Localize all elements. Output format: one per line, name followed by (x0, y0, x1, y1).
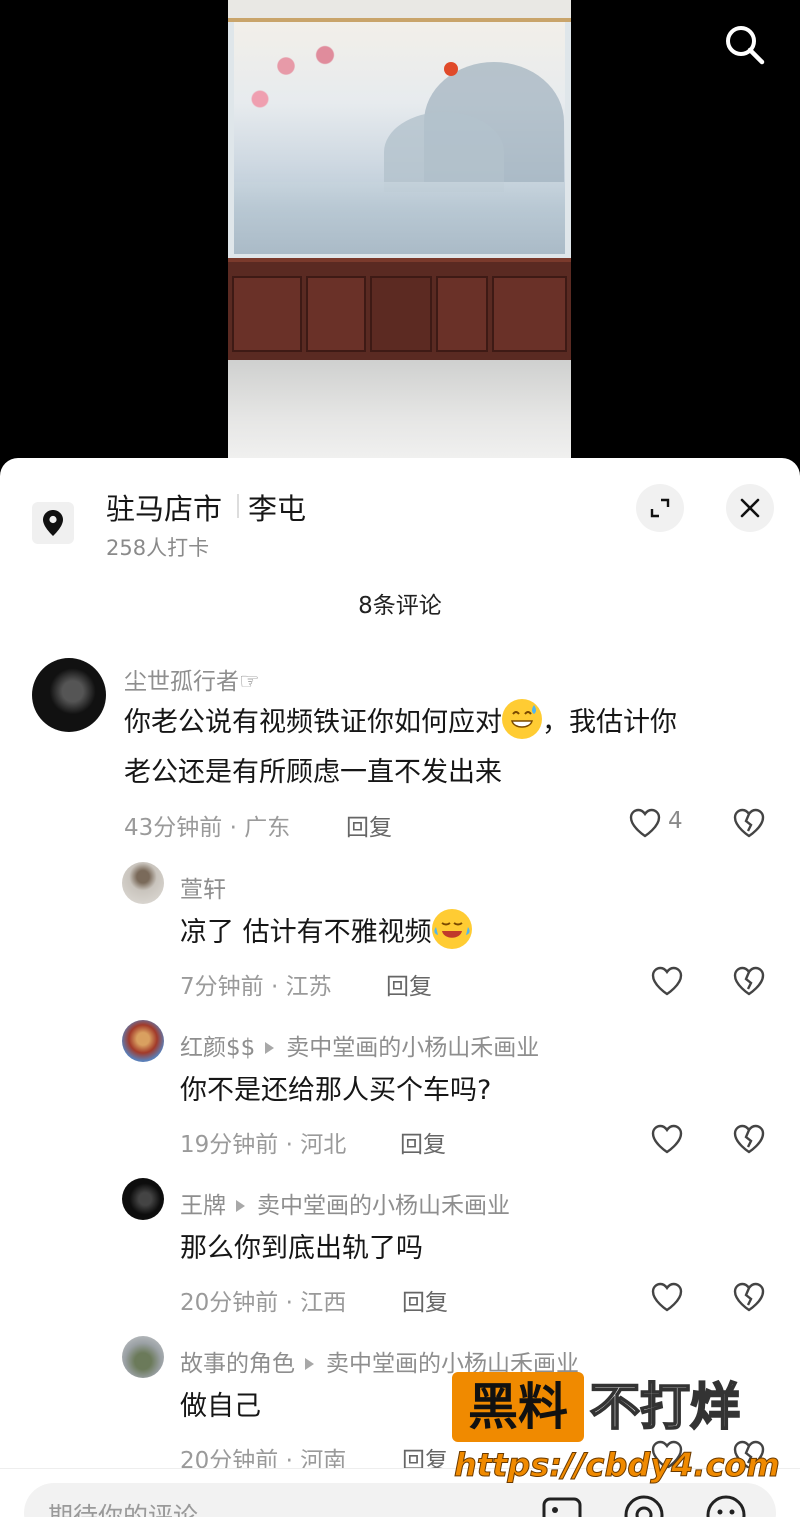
heart-icon[interactable] (650, 1280, 684, 1314)
location-area[interactable]: 李屯 (248, 486, 306, 528)
location-pin-icon (32, 502, 74, 544)
location-divider (237, 494, 239, 518)
comment-text: 你不是还给那人买个车吗? (180, 1075, 492, 1106)
watermark-url: https://cbdy4.com (454, 1446, 781, 1485)
comment-time-location: 7分钟前 · 江苏 (180, 974, 332, 1000)
grinning-sweat-emoji-icon (502, 699, 542, 739)
like-count: 4 (668, 808, 683, 834)
heart-icon[interactable] (628, 806, 662, 840)
comment-username[interactable]: 萱轩 (180, 870, 226, 904)
video-frame (228, 0, 571, 458)
location-header[interactable]: 驻马店市 李屯 258人打卡 (0, 458, 800, 568)
emoji-icon[interactable] (704, 1493, 748, 1517)
reply-arrow-icon (305, 1357, 314, 1370)
video-player[interactable] (0, 0, 800, 470)
at-icon[interactable] (622, 1493, 666, 1517)
avatar[interactable] (122, 862, 164, 904)
comment-input-placeholder: 期待你的评论 (48, 1502, 199, 1517)
avatar[interactable] (122, 1020, 164, 1062)
floor-image (228, 360, 571, 458)
location-city[interactable]: 驻马店市 (106, 486, 222, 528)
heart-icon[interactable] (650, 1122, 684, 1156)
watermark: 黑料 不打烊 https://cbdy4.com (452, 1372, 780, 1492)
checkin-count: 258人打卡 (106, 536, 210, 560)
crying-laughing-emoji-icon (431, 909, 472, 949)
broken-heart-icon[interactable] (732, 964, 766, 998)
reply-button[interactable]: 回复 (386, 967, 432, 1001)
comment-sheet: 驻马店市 李屯 258人打卡 8条评论 尘世孤行者☞ 你老公说有视频铁证你如何应… (0, 458, 800, 1517)
expand-icon[interactable] (636, 484, 684, 532)
comment-text: 凉了 估计有不雅视频 (180, 908, 760, 958)
reply-button[interactable]: 回复 (346, 808, 392, 842)
comment-time-location: 43分钟前 · 广东 (124, 815, 291, 841)
image-icon[interactable] (540, 1493, 584, 1517)
reply-arrow-icon (236, 1199, 245, 1212)
close-icon[interactable] (726, 484, 774, 532)
heart-icon[interactable] (650, 964, 684, 998)
broken-heart-icon[interactable] (732, 806, 766, 840)
comment-text: 你老公说有视频铁证你如何应对 ，我估计你 老公还是有所顾虑一直不发出来 (124, 698, 764, 798)
avatar[interactable] (122, 1336, 164, 1378)
comment-username[interactable]: 红颜$$ 卖中堂画的小杨山禾画业 (180, 1028, 539, 1062)
reply-arrow-icon (265, 1041, 275, 1054)
comment-username[interactable]: 尘世孤行者☞ (124, 662, 260, 696)
comment-text: 那么你到底出轨了吗 (180, 1233, 423, 1264)
broken-heart-icon[interactable] (732, 1122, 766, 1156)
search-icon[interactable] (722, 22, 766, 66)
watermark-text: 不打烊 (589, 1377, 741, 1437)
cabinet-image (228, 258, 571, 360)
comment-time-location: 20分钟前 · 江西 (180, 1290, 347, 1316)
broken-heart-icon[interactable] (732, 1280, 766, 1314)
watermark-badge: 黑料 (452, 1372, 584, 1442)
avatar[interactable] (122, 1178, 164, 1220)
comment-count-title: 8条评论 (358, 593, 442, 619)
avatar[interactable] (32, 658, 106, 732)
comment-username[interactable]: 王牌 卖中堂画的小杨山禾画业 (180, 1186, 510, 1220)
reply-button[interactable]: 回复 (400, 1125, 446, 1159)
reply-button[interactable]: 回复 (402, 1283, 448, 1317)
comment-time-location: 19分钟前 · 河北 (180, 1132, 347, 1158)
painting-image (234, 22, 565, 254)
